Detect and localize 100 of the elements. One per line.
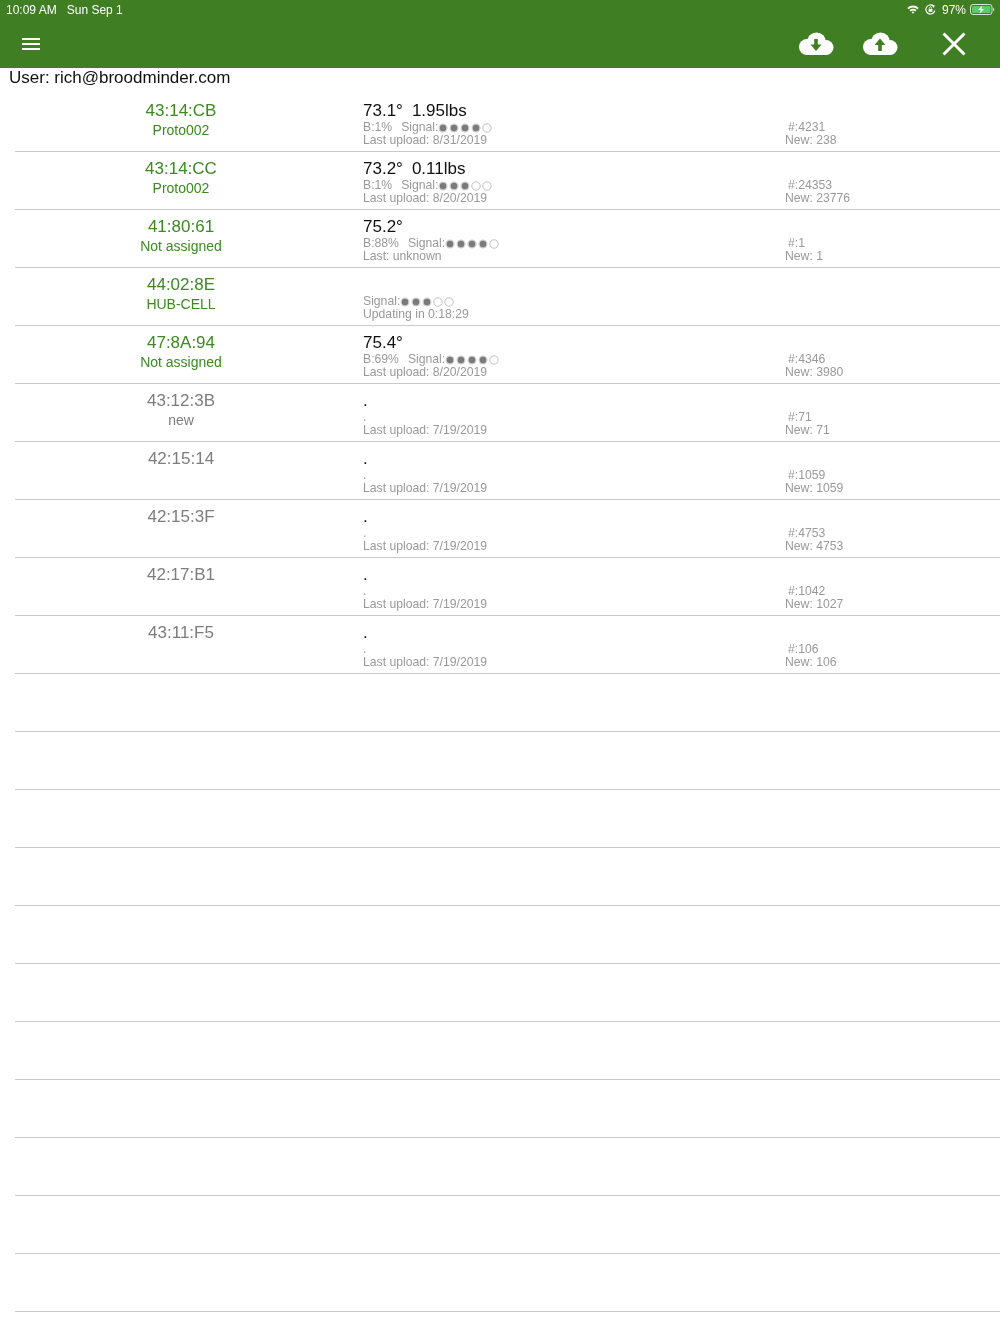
detail-text: . [363, 585, 367, 598]
signal-dot-icon [456, 354, 467, 365]
record-count: #:1059 [788, 469, 826, 482]
device-address: 47:8A:94 [146, 333, 216, 353]
signal-dot-icon [489, 354, 500, 365]
record-count: #:4346 [788, 353, 826, 366]
signal-label: Signal: [363, 295, 401, 308]
device-name: Proto002 [152, 121, 210, 139]
battery-reading: B:88% [363, 237, 399, 250]
menu-icon [22, 37, 40, 50]
signal-dot-icon [400, 296, 411, 307]
signal-dot-icon [471, 180, 482, 191]
signal-dot-icon [445, 238, 456, 249]
record-count: #:1 [788, 237, 805, 250]
new-count: New: 1027 [785, 598, 844, 611]
status-date: Sun Sep 1 [66, 2, 123, 17]
signal-dot-icon [433, 296, 444, 307]
signal-label: Signal: [401, 121, 439, 134]
new-count: New: 3980 [785, 366, 844, 379]
signal-dot-icon [478, 354, 489, 365]
upload-status: Last upload: 8/20/2019 [363, 366, 487, 379]
new-count: New: 1 [785, 250, 823, 263]
record-count: #:106 [788, 643, 819, 656]
upload-status: Last upload: 7/19/2019 [363, 656, 487, 669]
device-address: 43:11:F5 [148, 623, 214, 643]
signal-dot-icon [460, 180, 471, 191]
device-address: 42:17:B1 [146, 565, 216, 585]
cloud-download-icon [798, 31, 834, 56]
signal-dot-icon [449, 122, 460, 133]
record-count: #:4231 [788, 121, 826, 134]
device-address: 43:12:3B [146, 391, 216, 411]
record-count: #:24353 [788, 179, 833, 192]
wifi-icon [906, 5, 919, 14]
reading-value: 73.2° [363, 159, 403, 179]
signal-label: Signal: [401, 179, 439, 192]
signal-dot-icon [489, 238, 500, 249]
signal-dot-icon [422, 296, 433, 307]
reading-value: . [363, 565, 368, 585]
user-label: User: rich@broodminder.com [8, 68, 232, 89]
reading-value: 75.2° [363, 217, 403, 237]
device-address: 42:15:3F [147, 507, 215, 527]
battery-reading: B:1% [363, 121, 393, 134]
signal-dot-icon [444, 296, 455, 307]
detail-text: . [363, 411, 367, 424]
new-count: New: 4753 [785, 540, 844, 553]
device-address: 42:15:14 [147, 449, 215, 469]
device-name: Proto002 [152, 179, 210, 197]
signal-dot-icon [445, 354, 456, 365]
signal-dot-icon [482, 122, 493, 133]
signal-dot-icon [482, 180, 493, 191]
upload-status: Last upload: 7/19/2019 [363, 540, 487, 553]
new-count: New: 23776 [785, 192, 851, 205]
signal-dot-icon [438, 122, 449, 133]
device-address: 43:14:CC [145, 159, 217, 179]
reading-value: . [363, 391, 368, 411]
reading-value: 1.95lbs [411, 101, 467, 121]
status-time: 10:09 AM [6, 2, 57, 17]
reading-value: 73.1° [363, 101, 403, 121]
battery-percent: 97% [941, 2, 966, 17]
record-count: #:1042 [788, 585, 826, 598]
reading-value: . [363, 449, 368, 469]
rotation-lock-icon [924, 4, 936, 15]
signal-dot-icon [467, 238, 478, 249]
upload-status: Last upload: 8/31/2019 [363, 134, 487, 147]
new-count: New: 106 [785, 656, 837, 669]
signal-label: Signal: [407, 237, 446, 250]
cloud-upload-icon [862, 31, 898, 56]
device-address: 43:14:CB [145, 101, 217, 121]
device-address: 44:02:8E [146, 275, 216, 295]
reading-value: . [363, 507, 368, 527]
upload-status: Last upload: 7/19/2019 [363, 598, 487, 611]
record-count: #:4753 [788, 527, 826, 540]
signal-dot-icon [456, 238, 467, 249]
upload-status: Last: unknown [363, 250, 442, 263]
reading-value: 0.11lbs [411, 159, 466, 179]
signal-dot-icon [467, 354, 478, 365]
upload-status: Last upload: 8/20/2019 [363, 192, 487, 205]
upload-status: Updating in 0:18:29 [363, 308, 469, 321]
close-icon [942, 31, 966, 56]
signal-dot-icon [449, 180, 460, 191]
detail-text: . [363, 643, 367, 656]
signal-dot-icon [471, 122, 482, 133]
device-address: 41:80:61 [147, 217, 215, 237]
upload-status: Last upload: 7/19/2019 [363, 424, 487, 437]
new-count: New: 238 [785, 134, 837, 147]
upload-status: Last upload: 7/19/2019 [363, 482, 487, 495]
signal-dot-icon [478, 238, 489, 249]
signal-label: Signal: [407, 353, 446, 366]
detail-text: . [363, 469, 367, 482]
device-name: new [168, 411, 194, 429]
reading-value: . [363, 623, 368, 643]
battery-reading: B:1% [363, 179, 393, 192]
signal-dot-icon [411, 296, 422, 307]
new-count: New: 71 [785, 424, 830, 437]
detail-text: . [363, 527, 367, 540]
device-name: Not assigned [140, 237, 222, 255]
new-count: New: 1059 [785, 482, 844, 495]
signal-dot-icon [438, 180, 449, 191]
battery-reading: B:69% [363, 353, 399, 366]
reading-value: 75.4° [363, 333, 403, 353]
